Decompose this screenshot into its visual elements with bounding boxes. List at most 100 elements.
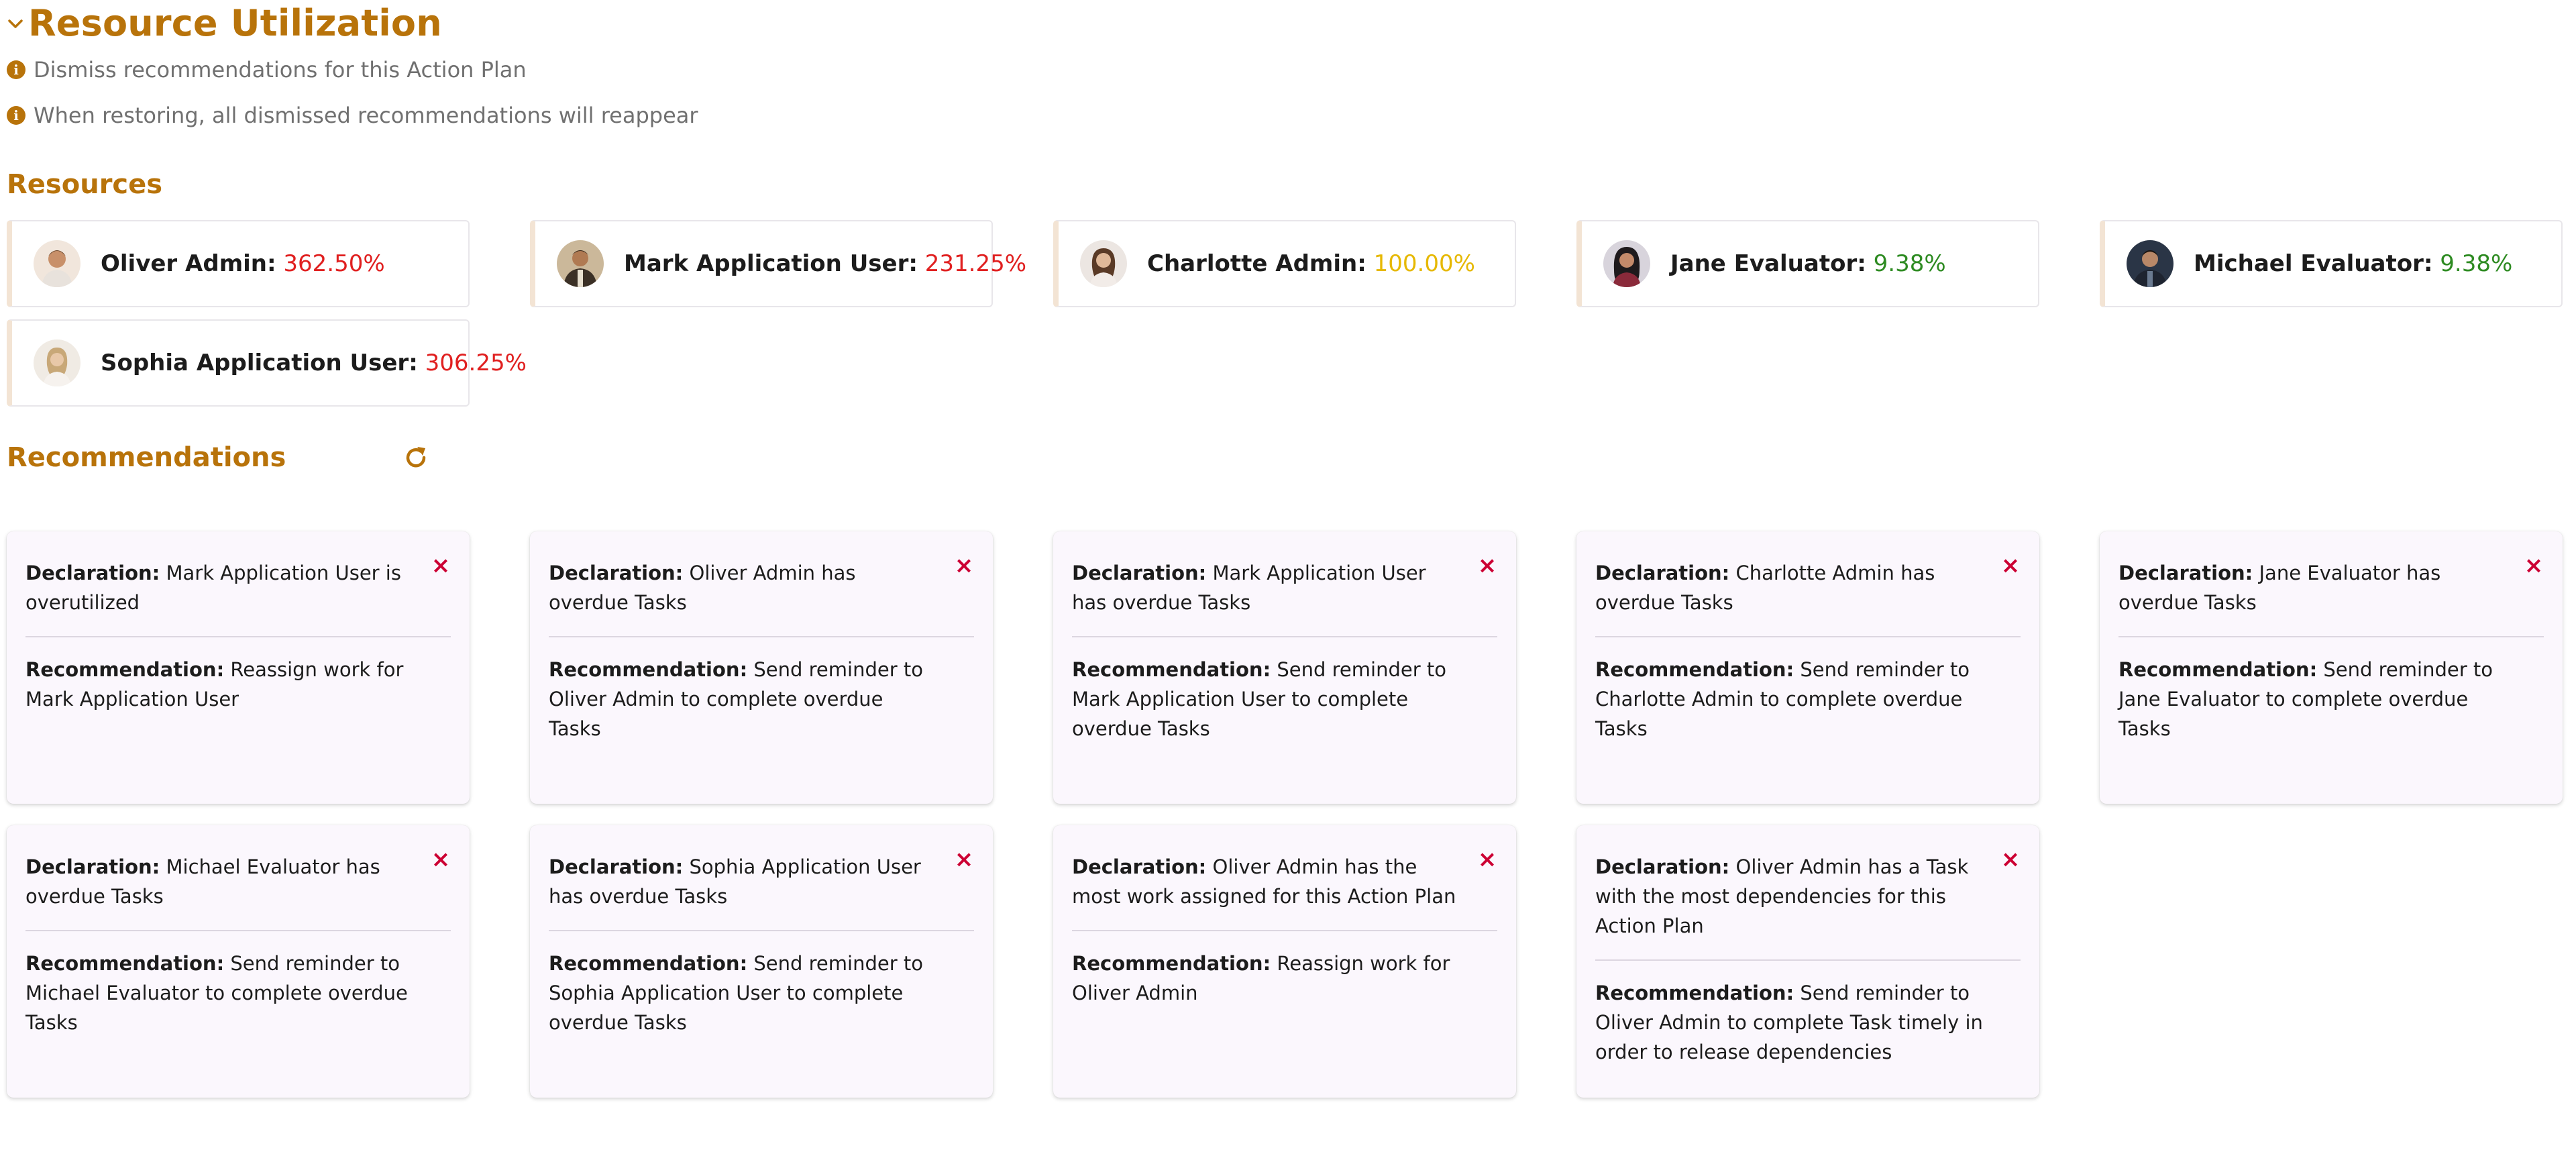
recommendation: Recommendation: Send reminder to Mark Ap… [1072,655,1497,743]
resource-card: Charlotte Admin: 100.00% [1053,220,1516,307]
avatar [1603,240,1650,287]
divider [1595,636,2021,637]
close-icon[interactable]: × [431,554,451,577]
declaration: Declaration: Michael Evaluator has overd… [25,852,451,911]
recommendation-card: × Declaration: Oliver Admin has a Task w… [1576,825,2039,1098]
recommendation-label: Recommendation: [1072,658,1271,681]
divider [1072,930,1497,931]
declaration-label: Declaration: [1072,855,1207,878]
resource-utilization-value: 231.25% [924,250,1027,277]
close-icon[interactable]: × [2000,848,2021,871]
recommendation-label: Recommendation: [25,658,225,681]
info-text: When restoring, all dismissed recommenda… [34,103,698,128]
recommendation-label: Recommendation: [1595,658,1794,681]
declaration-label: Declaration: [549,562,684,584]
divider [549,930,974,931]
close-icon[interactable]: × [954,848,974,871]
section-header[interactable]: Resource Utilization [7,0,2569,47]
resource-card: Sophia Application User: 306.25% [7,319,527,407]
declaration: Declaration: Mark Application User has o… [1072,558,1497,617]
declaration: Declaration: Oliver Admin has the most w… [1072,852,1497,911]
info-text: Dismiss recommendations for this Action … [34,57,527,83]
resource-utilization-value: 306.25% [425,350,527,376]
resource-utilization-value: 9.38% [2440,250,2513,277]
declaration-label: Declaration: [1072,562,1207,584]
resource-card: Jane Evaluator: 9.38% [1576,220,2039,307]
refresh-icon[interactable] [401,443,431,472]
recommendation-card: × Declaration: Oliver Admin has the most… [1053,825,1516,1098]
info-line-dismiss: i Dismiss recommendations for this Actio… [7,47,2569,93]
resource-utilization-value: 9.38% [1873,250,1946,277]
declaration: Declaration: Oliver Admin has overdue Ta… [549,558,974,617]
recommendation-label: Recommendation: [1595,982,1794,1004]
recommendation-label: Recommendation: [549,952,748,975]
info-line-restore: i When restoring, all dismissed recommen… [7,93,2569,138]
declaration-label: Declaration: [2118,562,2253,584]
recommendation: Recommendation: Send reminder to Sophia … [549,949,974,1037]
declaration-label: Declaration: [549,855,684,878]
resource-name: Mark Application User: [624,250,918,277]
info-icon: i [7,60,25,79]
recommendation: Recommendation: Send reminder to Jane Ev… [2118,655,2544,743]
recommendation-card: × Declaration: Oliver Admin has overdue … [530,531,993,804]
close-icon[interactable]: × [2524,554,2544,577]
close-icon[interactable]: × [954,554,974,577]
divider [1595,959,2021,961]
declaration-label: Declaration: [25,855,160,878]
resource-name: Sophia Application User: [101,350,418,376]
recommendations-header: Recommendations [7,437,2569,478]
divider [2118,636,2544,637]
declaration: Declaration: Mark Application User is ov… [25,558,451,617]
avatar [1080,240,1127,287]
declaration: Declaration: Charlotte Admin has overdue… [1595,558,2021,617]
close-icon[interactable]: × [431,848,451,871]
recommendation: Recommendation: Reassign work for Oliver… [1072,949,1497,1008]
avatar [34,240,80,287]
recommendation: Recommendation: Send reminder to Oliver … [549,655,974,743]
recommendation-label: Recommendation: [549,658,748,681]
resource-utilization-value: 362.50% [283,250,385,277]
page-title: Resource Utilization [28,2,442,44]
info-icon: i [7,106,25,125]
recommendation-card: × Declaration: Jane Evaluator has overdu… [2100,531,2563,804]
recommendation-card: × Declaration: Sophia Application User h… [530,825,993,1098]
divider [549,636,974,637]
recommendation-label: Recommendation: [2118,658,2318,681]
avatar [557,240,604,287]
declaration-label: Declaration: [1595,855,1730,878]
recommendations-title: Recommendations [7,442,286,473]
resource-name: Michael Evaluator: [2194,250,2433,277]
recommendations-grid: × Declaration: Mark Application User is … [7,531,2569,1098]
chevron-down-icon[interactable] [5,13,25,34]
declaration-label: Declaration: [1595,562,1730,584]
recommendation-card: × Declaration: Michael Evaluator has ove… [7,825,470,1098]
resources-title: Resources [7,169,163,200]
resource-name: Oliver Admin: [101,250,276,277]
recommendation-label: Recommendation: [1072,952,1271,975]
recommendation-label: Recommendation: [25,952,225,975]
resource-utilization-panel: Resource Utilization i Dismiss recommend… [7,0,2569,1098]
resource-card: Oliver Admin: 362.50% [7,220,470,307]
divider [25,930,451,931]
resource-name: Jane Evaluator: [1670,250,1866,277]
recommendation: Recommendation: Send reminder to Charlot… [1595,655,2021,743]
resources-grid: Oliver Admin: 362.50% Mark Application U… [7,220,2569,407]
close-icon[interactable]: × [2000,554,2021,577]
avatar [2127,240,2174,287]
resource-utilization-value: 100.00% [1373,250,1475,277]
close-icon[interactable]: × [1477,848,1497,871]
recommendation-card: × Declaration: Mark Application User has… [1053,531,1516,804]
resource-card: Michael Evaluator: 9.38% [2100,220,2563,307]
recommendation: Recommendation: Reassign work for Mark A… [25,655,451,714]
close-icon[interactable]: × [1477,554,1497,577]
recommendation: Recommendation: Send reminder to Michael… [25,949,451,1037]
declaration: Declaration: Oliver Admin has a Task wit… [1595,852,2021,941]
avatar [34,339,80,386]
resource-name: Charlotte Admin: [1147,250,1366,277]
declaration: Declaration: Sophia Application User has… [549,852,974,911]
resource-card: Mark Application User: 231.25% [530,220,1026,307]
declaration-label: Declaration: [25,562,160,584]
declaration: Declaration: Jane Evaluator has overdue … [2118,558,2544,617]
divider [1072,636,1497,637]
recommendation-card: × Declaration: Mark Application User is … [7,531,470,804]
